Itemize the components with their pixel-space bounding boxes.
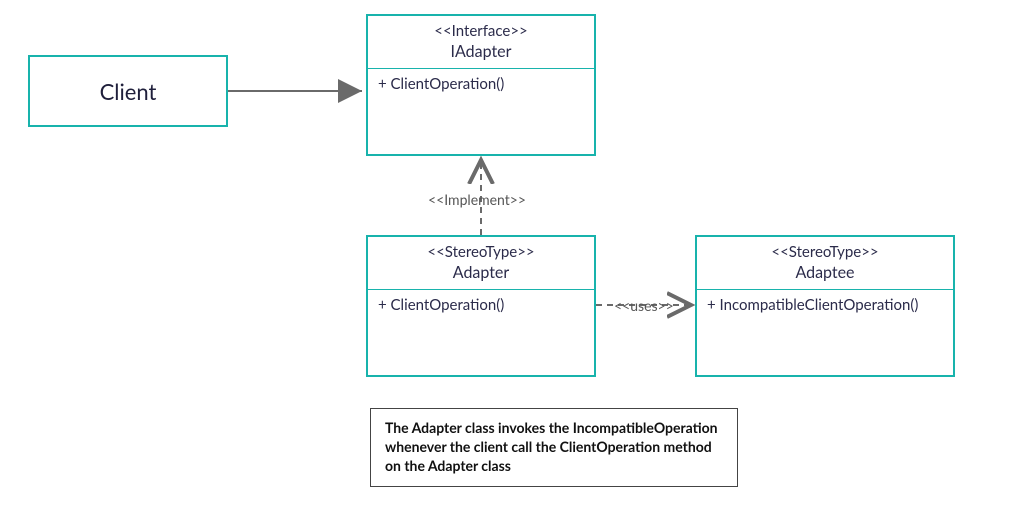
- adaptee-name: Adaptee: [707, 263, 943, 284]
- class-adapter: <<StereoType>> Adapter + ClientOperation…: [366, 235, 596, 377]
- client-label: Client: [100, 78, 157, 105]
- iadapter-stereotype: <<Interface>>: [378, 22, 584, 42]
- adapter-header: <<StereoType>> Adapter: [368, 237, 594, 290]
- iadapter-operations: + ClientOperation(): [368, 69, 594, 149]
- label-uses: <<uses>>: [614, 297, 674, 314]
- adaptee-stereotype: <<StereoType>>: [707, 243, 943, 263]
- adapter-name: Adapter: [378, 263, 584, 284]
- adaptee-operations: + IncompatibleClientOperation(): [697, 290, 953, 370]
- label-implement: <<Implement>>: [428, 191, 526, 208]
- diagram-canvas: Client <<Interface>> IAdapter + ClientOp…: [0, 0, 1024, 506]
- iadapter-header: <<Interface>> IAdapter: [368, 16, 594, 69]
- iadapter-name: IAdapter: [378, 42, 584, 63]
- class-adaptee: <<StereoType>> Adaptee + IncompatibleCli…: [695, 235, 955, 377]
- class-iadapter: <<Interface>> IAdapter + ClientOperation…: [366, 14, 596, 156]
- class-client: Client: [28, 55, 228, 127]
- diagram-note: The Adapter class invokes the Incompatib…: [370, 408, 738, 487]
- adapter-stereotype: <<StereoType>>: [378, 243, 584, 263]
- adaptee-header: <<StereoType>> Adaptee: [697, 237, 953, 290]
- adapter-operations: + ClientOperation(): [368, 290, 594, 370]
